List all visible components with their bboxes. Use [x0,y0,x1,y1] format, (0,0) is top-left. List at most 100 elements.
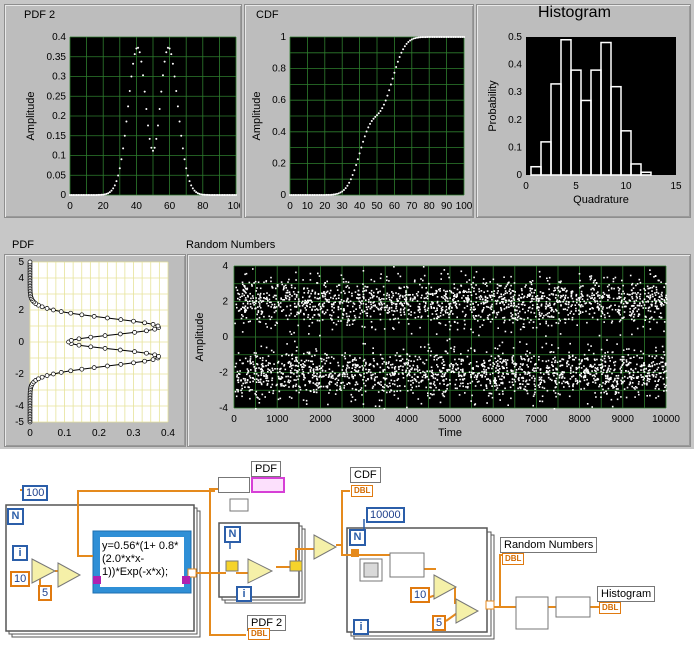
random-point [564,381,567,384]
const-10-b[interactable]: 10 [410,587,431,603]
random-point [572,383,575,385]
random-point [496,313,499,316]
random-point [386,275,388,278]
random-point [485,305,488,308]
random-point [583,379,586,382]
loop2-iteration-terminal: i [236,586,252,602]
pdf-point [105,315,110,321]
const-10-a[interactable]: 10 [10,571,31,587]
random-point [257,374,260,377]
random-point [363,290,366,292]
random-point [436,315,439,318]
random-point [499,358,501,360]
random-point [367,370,370,373]
random-point [533,393,536,396]
random-point [456,316,458,319]
const-5-a[interactable]: 5 [38,585,53,601]
cdf-ytick: 0.8 [272,64,286,75]
random-point [615,385,617,388]
random-point [500,295,503,298]
random-point [475,293,477,295]
random-point [288,354,290,357]
random-point [305,389,308,391]
random-point [545,360,547,363]
random-point [424,308,426,311]
random-point [483,370,485,373]
random-point [302,399,305,401]
random-point [261,311,264,313]
random-point [331,375,334,377]
random-point [534,388,536,390]
loop1-count-terminal: N [7,508,24,525]
random-point [432,383,435,385]
random-point [630,376,632,378]
random-point [555,294,557,296]
random-point [295,279,297,281]
random-point [352,305,354,308]
random-point [544,305,547,308]
random-point [662,357,664,360]
random-point [323,358,325,361]
random-point [437,357,440,359]
const-5-b[interactable]: 5 [432,615,447,631]
random-point [526,364,528,366]
random-point [254,354,257,357]
random-point [616,383,619,385]
random-point [529,287,531,290]
random-point [363,358,366,361]
cdf-point [377,112,380,115]
random-point [538,356,540,358]
pdf-point [51,371,56,377]
pdf-point [152,326,158,332]
random-point [270,327,272,330]
random-point [578,299,580,301]
random-point [337,320,340,322]
random-point [629,307,631,310]
pdf2-point [168,47,171,50]
random-point [283,380,286,383]
random-point [646,285,649,288]
random-point [479,326,481,328]
random-point [295,296,298,298]
random-point [453,348,455,351]
random-point [619,358,622,361]
random-point [497,311,500,314]
random-point [505,372,508,375]
random-point [249,320,251,323]
random-point [366,286,368,288]
random-point [463,327,466,330]
random-point [583,365,585,367]
random-point [523,295,526,298]
random-point [283,287,285,289]
pdf2-point [145,108,148,111]
cdf-point [450,36,453,38]
random-point [525,353,527,356]
random-point [665,294,667,297]
pdf2-xtick: 40 [131,201,143,212]
formula-node[interactable]: y=0.56*(1+ 0.8*(2.0*x*x- 1))*Exp(-x*x); [102,540,182,579]
random-point [295,350,298,352]
pdf2-point [112,187,115,190]
random-point [293,379,296,381]
random-point [295,358,297,361]
const-10000[interactable]: 10000 [366,507,405,523]
random-point [545,322,547,325]
random-point [596,358,598,361]
random-point [651,286,654,289]
random-point [236,306,238,309]
random-point [446,370,449,372]
random-point [572,371,575,373]
random-point [625,396,628,399]
random-point [653,311,656,313]
random-point [654,357,656,359]
random-point [646,395,648,397]
random-point [532,404,534,407]
cdf-point [422,36,425,39]
random-point [487,306,490,308]
const-100[interactable]: 100 [22,485,49,501]
random-point [294,287,296,289]
random-point [410,332,413,335]
random-point [322,310,324,313]
random-point [379,313,382,316]
random-point [293,331,295,334]
